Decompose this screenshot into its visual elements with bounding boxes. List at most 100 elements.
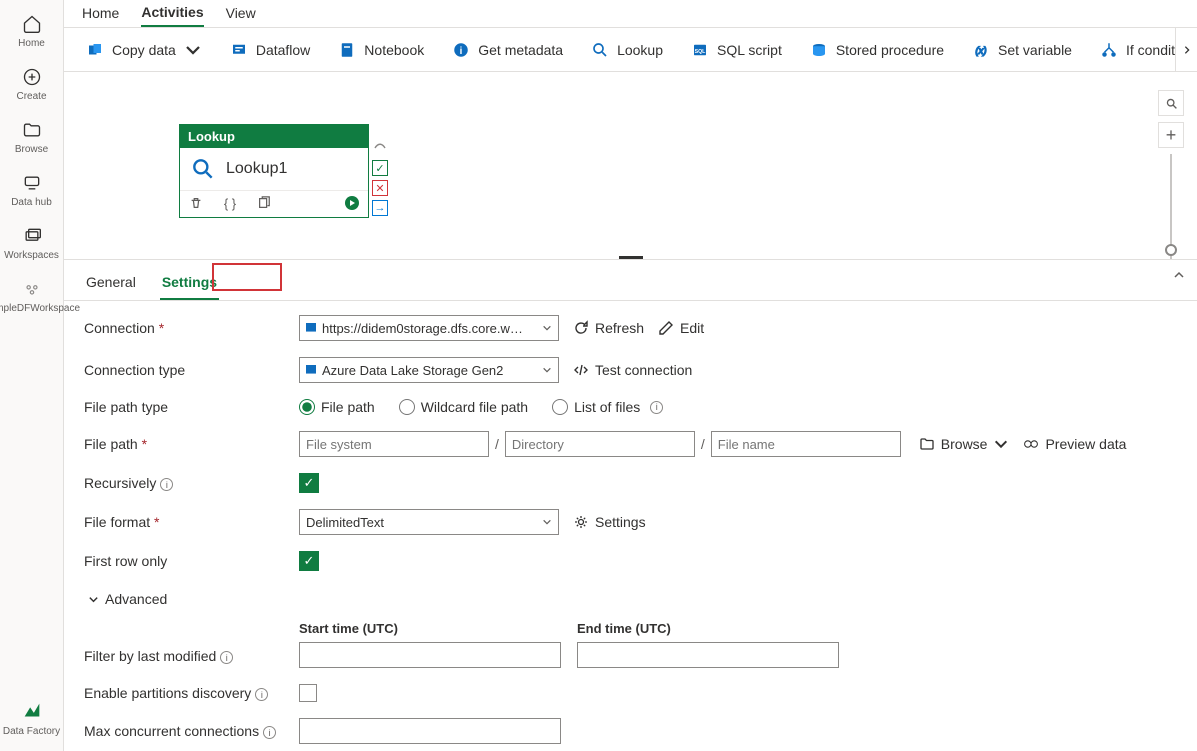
file-path-type-label: File path type [84, 399, 299, 415]
prop-tab-settings[interactable]: Settings [160, 268, 219, 300]
zoom-slider[interactable] [1170, 154, 1172, 260]
preview-data-button[interactable]: Preview data [1023, 436, 1126, 452]
rail-create[interactable]: Create [0, 59, 64, 112]
refresh-button[interactable]: Refresh [573, 320, 644, 336]
recursively-label: Recursivelyi [84, 475, 299, 492]
svg-text:i: i [460, 45, 463, 56]
browse-button[interactable]: Browse [919, 436, 988, 452]
sql-icon: SQL [691, 41, 709, 59]
tab-activities[interactable]: Activities [141, 0, 203, 27]
end-time-input[interactable] [577, 642, 839, 668]
tab-home[interactable]: Home [82, 0, 119, 27]
path-separator: / [701, 436, 705, 452]
lookup-activity-node[interactable]: Lookup Lookup1 { } [179, 124, 369, 218]
node-type-label: Lookup [180, 125, 368, 148]
format-settings-button[interactable]: Settings [573, 514, 646, 530]
chevron-up-icon [1173, 269, 1185, 281]
ribbon-dataflow-label: Dataflow [256, 42, 310, 58]
svg-text:SQL: SQL [695, 49, 707, 55]
rail-home[interactable]: Home [0, 6, 64, 59]
ribbon-get-metadata[interactable]: i Get metadata [446, 37, 569, 63]
rail-data-factory[interactable]: Data Factory [0, 692, 64, 751]
variable-icon: (x) [972, 41, 990, 59]
canvas-search-button[interactable] [1158, 90, 1184, 116]
connection-type-dropdown[interactable]: Azure Data Lake Storage Gen2 [299, 357, 559, 383]
left-nav-rail: Home Create Browse Data hub Workspaces S… [0, 0, 64, 751]
braces-icon[interactable]: { } [222, 195, 238, 211]
search-icon [591, 41, 609, 59]
node-connectors: ✓ ✕ → [372, 140, 390, 216]
test-connection-button[interactable]: Test connection [573, 362, 692, 378]
completion-connector-icon[interactable]: → [372, 200, 388, 216]
ribbon-lookup[interactable]: Lookup [585, 37, 669, 63]
ribbon-notebook[interactable]: Notebook [332, 37, 430, 63]
ribbon-sql-script[interactable]: SQL SQL script [685, 37, 788, 63]
file-name-input[interactable] [711, 431, 901, 457]
radio-list-files[interactable]: List of filesi [552, 399, 663, 415]
browse-label: Browse [941, 436, 988, 452]
run-icon[interactable] [344, 195, 360, 211]
radio-wildcard[interactable]: Wildcard file path [399, 399, 528, 415]
file-system-input[interactable] [299, 431, 489, 457]
preview-icon [1023, 436, 1039, 452]
stored-procedure-icon [810, 41, 828, 59]
radio-file-path-input[interactable] [299, 399, 315, 415]
browse-dropdown[interactable] [993, 436, 1009, 452]
edit-button[interactable]: Edit [658, 320, 704, 336]
info-icon[interactable]: i [263, 726, 276, 739]
test-connection-label: Test connection [595, 362, 692, 378]
chevron-down-icon [542, 323, 552, 333]
ribbon-copy-data[interactable]: Copy data [80, 37, 208, 63]
recursively-checkbox[interactable]: ✓ [299, 473, 319, 493]
first-row-only-checkbox[interactable]: ✓ [299, 551, 319, 571]
start-time-input[interactable] [299, 642, 561, 668]
directory-input[interactable] [505, 431, 695, 457]
rail-browse[interactable]: Browse [0, 112, 64, 165]
chevron-down-icon [993, 436, 1009, 452]
filter-modified-label: Filter by last modifiedi [84, 648, 299, 669]
rail-workspaces[interactable]: Workspaces [0, 218, 64, 271]
rail-datahub[interactable]: Data hub [0, 165, 64, 218]
rail-sample-workspace[interactable]: SampleDFWorkspace [0, 271, 64, 324]
ribbon-scroll-right[interactable] [1175, 28, 1197, 71]
ribbon-sql-label: SQL script [717, 42, 782, 58]
success-connector-icon[interactable]: ✓ [372, 160, 388, 176]
ribbon-dataflow[interactable]: Dataflow [224, 37, 316, 63]
highlight-annotation [212, 263, 282, 291]
ribbon-stored-procedure[interactable]: Stored procedure [804, 37, 950, 63]
refresh-label: Refresh [595, 320, 644, 336]
radio-list-input[interactable] [552, 399, 568, 415]
tab-view[interactable]: View [226, 0, 256, 27]
enable-partitions-checkbox[interactable] [299, 684, 317, 702]
max-concurrent-label: Max concurrent connectionsi [84, 723, 299, 740]
max-concurrent-input[interactable] [299, 718, 561, 744]
info-icon[interactable]: i [220, 651, 233, 664]
top-tabstrip: Home Activities View [64, 0, 1197, 28]
chevron-down-icon [542, 365, 552, 375]
radio-file-path[interactable]: File path [299, 399, 375, 415]
copy-icon[interactable] [256, 195, 272, 211]
properties-tabstrip: General Settings [64, 260, 1197, 301]
failure-connector-icon[interactable]: ✕ [372, 180, 388, 196]
pipeline-canvas[interactable]: Lookup Lookup1 { } ✓ ✕ → + [64, 72, 1197, 260]
ribbon-notebook-label: Notebook [364, 42, 424, 58]
prop-tab-general[interactable]: General [84, 268, 138, 300]
zoom-slider-thumb[interactable] [1165, 244, 1177, 256]
file-format-dropdown[interactable]: DelimitedText [299, 509, 559, 535]
info-icon[interactable]: i [650, 401, 663, 414]
end-time-label: End time (UTC) [577, 621, 839, 636]
ribbon-set-variable[interactable]: (x) Set variable [966, 37, 1078, 63]
advanced-toggle[interactable]: Advanced [88, 591, 167, 607]
connection-dropdown[interactable]: https://didem0storage.dfs.core.w… [299, 315, 559, 341]
delete-icon[interactable] [188, 195, 204, 211]
canvas-zoom-in-button[interactable]: + [1158, 122, 1184, 148]
info-icon[interactable]: i [160, 478, 173, 491]
collapse-panel-button[interactable] [1173, 268, 1185, 284]
connector-toggle-icon[interactable] [372, 140, 388, 156]
chevron-down-icon [184, 41, 202, 59]
datahub-icon [22, 173, 42, 193]
info-icon[interactable]: i [255, 688, 268, 701]
ribbon-sp-label: Stored procedure [836, 42, 944, 58]
radio-wildcard-input[interactable] [399, 399, 415, 415]
data-factory-icon [21, 700, 43, 722]
